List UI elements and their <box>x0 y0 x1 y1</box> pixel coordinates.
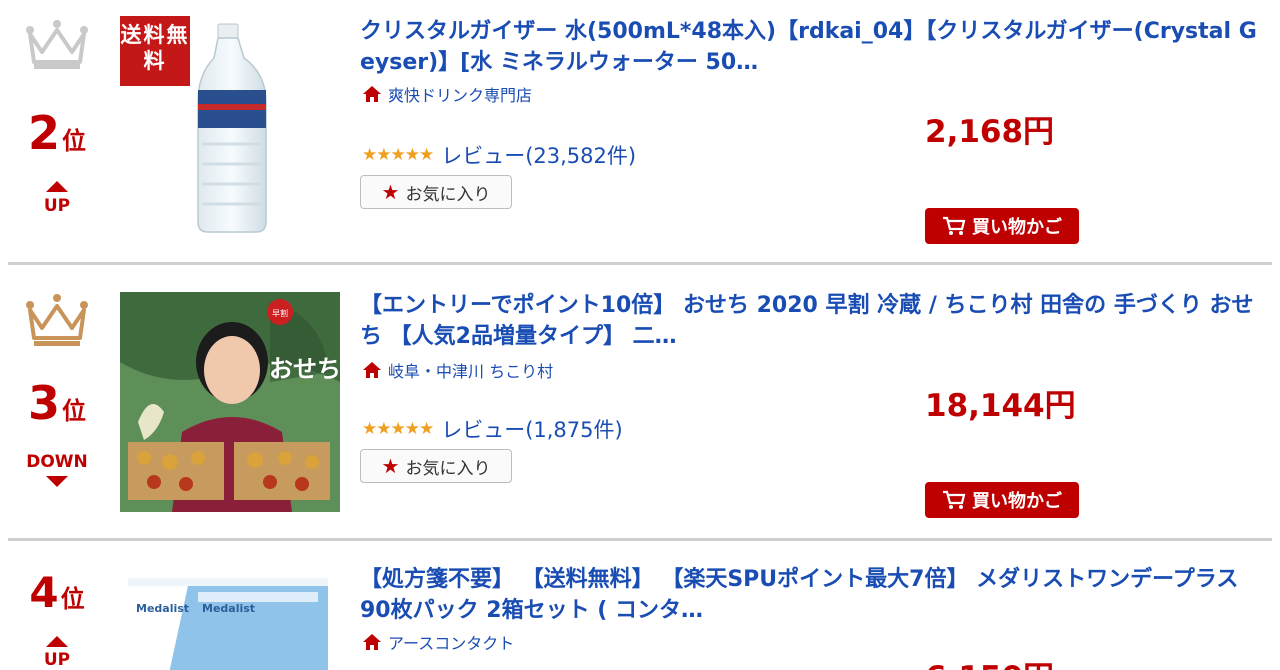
bronze-crown-icon <box>26 294 88 346</box>
ranking-item: 3位 DOWN 早割 おせち 【エントリーでポイント10倍】 おせち 2020 … <box>0 266 1280 538</box>
favorite-button[interactable]: ★ お気に入り <box>360 175 512 209</box>
shop-house-icon <box>363 86 381 102</box>
review-link[interactable]: ★★★★★ レビュー(1,875件) <box>362 414 623 444</box>
svg-text:Medalist: Medalist <box>202 602 255 615</box>
svg-text:おせち: おせち <box>269 355 340 383</box>
rank-block: 3位 DOWN <box>14 288 100 508</box>
price: 6,150円 <box>925 652 1054 670</box>
shop-house-icon <box>363 634 381 650</box>
rank-block: 4位 UP <box>14 542 100 670</box>
arrow-down-icon <box>46 476 68 487</box>
shop-link[interactable]: 岐阜・中津川 ちこり村 <box>362 358 553 382</box>
product-image[interactable]: 送料無料 <box>120 14 270 236</box>
svg-text:早割: 早割 <box>272 308 288 318</box>
rating-stars: ★★★★★ <box>362 419 434 439</box>
product-image[interactable]: 早割 おせち <box>120 292 340 512</box>
add-to-cart-button[interactable]: 買い物かご <box>925 208 1079 244</box>
item-divider <box>8 262 1272 265</box>
shop-link[interactable]: アースコンタクト <box>362 630 514 654</box>
rank-block: 2位 UP <box>14 16 100 236</box>
rank-trend-down: DOWN <box>14 452 100 487</box>
cart-icon <box>943 490 966 509</box>
price: 2,168円 <box>925 114 1055 150</box>
product-image[interactable]: Medalist Medalist <box>128 578 328 670</box>
shop-house-icon <box>363 362 381 378</box>
rank-trend-up: UP <box>14 181 100 216</box>
favorite-button[interactable]: ★ お気に入り <box>360 449 512 483</box>
star-icon: ★ <box>381 180 400 204</box>
rating-stars: ★★★★★ <box>362 145 434 165</box>
ranking-item: 2位 UP 送料無料 クリスタルガイザー 水(500mL*48本入)【rdkai… <box>0 0 1280 262</box>
rank-number: 2位 <box>27 106 86 160</box>
arrow-up-icon <box>46 636 68 647</box>
price: 18,144円 <box>925 388 1076 424</box>
star-icon: ★ <box>381 454 400 478</box>
arrow-up-icon <box>46 181 68 192</box>
review-link[interactable]: ★★★★★ レビュー(23,582件) <box>362 140 636 170</box>
rank-trend-up: UP <box>14 636 100 670</box>
contact-lens-box-image: Medalist Medalist <box>128 578 328 670</box>
rank-number: 3位 <box>27 376 86 430</box>
item-divider <box>8 538 1272 541</box>
svg-text:Medalist: Medalist <box>136 602 189 615</box>
osechi-photo: 早割 おせち <box>120 292 340 512</box>
silver-crown-icon <box>26 20 88 69</box>
product-title-link[interactable]: クリスタルガイザー 水(500mL*48本入)【rdkai_04】【クリスタルガ… <box>360 16 1260 78</box>
add-to-cart-button[interactable]: 買い物かご <box>925 482 1079 518</box>
free-shipping-badge: 送料無料 <box>120 16 190 86</box>
product-title-link[interactable]: 【処方箋不要】 【送料無料】 【楽天SPUポイント最大7倍】 メダリストワンデー… <box>360 564 1260 626</box>
rank-number: 4位 <box>29 568 85 617</box>
product-title-link[interactable]: 【エントリーでポイント10倍】 おせち 2020 早割 冷蔵 / ちこり村 田舎… <box>360 290 1260 352</box>
shop-link[interactable]: 爽快ドリンク専門店 <box>362 82 532 106</box>
ranking-item: 4位 UP Medalist Medalist 【処方箋不要】 【送料無料】 【… <box>0 542 1280 670</box>
cart-icon <box>943 216 966 235</box>
